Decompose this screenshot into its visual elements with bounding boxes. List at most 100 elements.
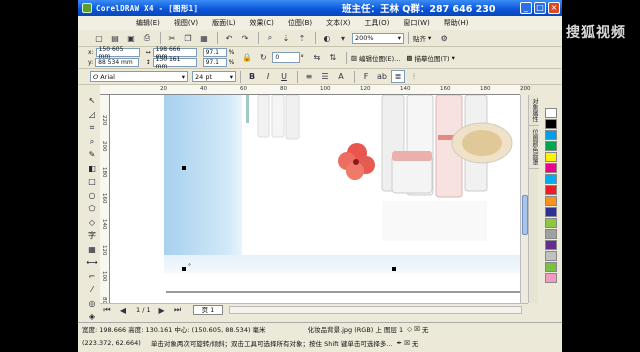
horizontal-text-icon[interactable]: ≣ bbox=[391, 70, 405, 83]
palette-swatch[interactable] bbox=[545, 218, 557, 228]
dropcap-icon[interactable]: A bbox=[334, 70, 348, 83]
rotation-field[interactable]: 0 bbox=[272, 52, 301, 63]
horizontal-scrollbar[interactable] bbox=[229, 306, 522, 314]
table-tool-icon[interactable]: ▦ bbox=[85, 244, 99, 256]
redo-icon[interactable]: ↷ bbox=[238, 32, 252, 45]
mirror-vertical-icon[interactable]: ⇅ bbox=[326, 51, 340, 64]
palette-swatch[interactable] bbox=[545, 152, 557, 162]
selection-handle[interactable] bbox=[392, 267, 396, 271]
basic-shapes-tool-icon[interactable]: ◇ bbox=[85, 217, 99, 229]
last-page-icon[interactable]: ⏭ bbox=[171, 304, 185, 317]
rectangle-tool-icon[interactable]: □ bbox=[85, 176, 99, 188]
bold-icon[interactable]: B bbox=[245, 70, 259, 83]
vertical-text-icon[interactable]: ⦙ bbox=[407, 70, 421, 83]
new-icon[interactable]: ▢ bbox=[92, 32, 106, 45]
docker-tab-properties[interactable]: 对象属性 bbox=[529, 95, 539, 126]
menu-bitmaps[interactable]: 位图(B) bbox=[281, 18, 319, 28]
application-launcher-icon[interactable]: ▾ bbox=[336, 32, 350, 45]
menu-effects[interactable]: 效果(C) bbox=[243, 18, 281, 28]
height-field[interactable]: 130 161 mm bbox=[152, 56, 197, 70]
y-position-field[interactable]: 88 534 mm bbox=[95, 58, 140, 67]
palette-swatch[interactable] bbox=[545, 141, 557, 151]
search-icon[interactable]: ⌕ bbox=[263, 32, 277, 45]
minimize-button[interactable]: _ bbox=[520, 2, 532, 14]
edit-bitmap-button[interactable]: ▨ 编辑位图(E)... bbox=[351, 53, 401, 63]
maximize-button[interactable]: □ bbox=[534, 2, 546, 14]
palette-swatch[interactable] bbox=[545, 262, 557, 272]
palette-swatch[interactable] bbox=[545, 273, 557, 283]
snap-to-button[interactable]: 贴齐 ▾ bbox=[413, 33, 431, 43]
trace-bitmap-button[interactable]: ▩ 描摹位图(T) ▾ bbox=[406, 53, 454, 63]
palette-swatch[interactable] bbox=[545, 185, 557, 195]
palette-swatch[interactable] bbox=[545, 119, 557, 129]
ellipse-tool-icon[interactable]: ○ bbox=[85, 190, 99, 202]
copy-icon[interactable]: ❐ bbox=[181, 32, 195, 45]
shape-tool-icon[interactable]: ◿ bbox=[85, 109, 99, 121]
underline-icon[interactable]: U bbox=[277, 70, 291, 83]
outline-tool-icon[interactable]: ◎ bbox=[85, 298, 99, 310]
menu-view[interactable]: 视图(V) bbox=[167, 18, 205, 28]
palette-swatch[interactable] bbox=[545, 174, 557, 184]
vertical-scrollbar[interactable] bbox=[520, 95, 528, 303]
paste-icon[interactable]: ▦ bbox=[197, 32, 211, 45]
crop-tool-icon[interactable]: ⌗ bbox=[85, 122, 99, 134]
italic-icon[interactable]: I bbox=[261, 70, 275, 83]
scale-x-field[interactable]: 97.1 bbox=[202, 48, 227, 57]
polygon-tool-icon[interactable]: ⬠ bbox=[85, 203, 99, 215]
mirror-horizontal-icon[interactable]: ⇆ bbox=[310, 51, 324, 64]
zoom-tool-icon[interactable]: ⌕ bbox=[85, 136, 99, 148]
smart-fill-tool-icon[interactable]: ◧ bbox=[85, 163, 99, 175]
palette-swatch[interactable] bbox=[545, 163, 557, 173]
x-position-field[interactable]: 150 605 mm bbox=[95, 46, 140, 60]
open-icon[interactable]: ▤ bbox=[108, 32, 122, 45]
save-icon[interactable]: ▣ bbox=[124, 32, 138, 45]
palette-swatch[interactable] bbox=[545, 207, 557, 217]
bullet-icon[interactable]: ☰ bbox=[318, 70, 332, 83]
cut-icon[interactable]: ✂ bbox=[165, 32, 179, 45]
connector-tool-icon[interactable]: ⌐ bbox=[85, 271, 99, 283]
palette-swatch[interactable] bbox=[545, 229, 557, 239]
palette-swatch[interactable] bbox=[545, 130, 557, 140]
edit-text-icon[interactable]: ab bbox=[375, 70, 389, 83]
font-size-select[interactable]: 24 pt ▾ bbox=[192, 71, 236, 82]
menu-window[interactable]: 窗口(W) bbox=[396, 18, 436, 28]
horizontal-ruler[interactable]: 20 40 60 80 100 120 140 160 180 200 bbox=[100, 85, 531, 95]
pick-tool-icon[interactable]: ↖ bbox=[85, 95, 99, 107]
palette-swatch[interactable] bbox=[545, 251, 557, 261]
rotate-icon[interactable]: ↻ bbox=[256, 51, 270, 64]
import-icon[interactable]: ⇣ bbox=[279, 32, 293, 45]
undo-icon[interactable]: ↶ bbox=[222, 32, 236, 45]
first-page-icon[interactable]: ⏮ bbox=[100, 304, 114, 317]
menu-layout[interactable]: 版面(L) bbox=[205, 18, 242, 28]
close-button[interactable]: × bbox=[548, 2, 560, 14]
scale-y-field[interactable]: 97.1 bbox=[202, 58, 227, 67]
prev-page-icon[interactable]: ◀ bbox=[116, 304, 130, 317]
font-select[interactable]: O Arial ▾ bbox=[90, 71, 188, 82]
menu-text[interactable]: 文本(X) bbox=[319, 18, 357, 28]
selection-handle[interactable] bbox=[182, 267, 186, 271]
page-tab[interactable]: 页 1 bbox=[192, 305, 224, 315]
zoom-select[interactable]: 200% ▾ bbox=[352, 32, 404, 44]
lock-ratio-icon[interactable]: 🔒 bbox=[240, 51, 254, 64]
palette-swatch[interactable] bbox=[545, 196, 557, 206]
docker-tab-bitmap-mask[interactable]: 位图颜色遮罩 bbox=[529, 126, 539, 169]
freehand-tool-icon[interactable]: ✎ bbox=[85, 149, 99, 161]
vertical-ruler[interactable]: 220 200 180 160 140 120 100 80 bbox=[100, 95, 110, 304]
eyedropper-tool-icon[interactable]: ⁄ bbox=[85, 284, 99, 296]
export-icon[interactable]: ⇡ bbox=[295, 32, 309, 45]
next-page-icon[interactable]: ▶ bbox=[155, 304, 169, 317]
menu-tools[interactable]: 工具(O) bbox=[357, 18, 396, 28]
drawing-canvas[interactable]: ° bbox=[110, 95, 520, 303]
menu-edit[interactable]: 编辑(E) bbox=[78, 18, 167, 28]
menu-help[interactable]: 帮助(H) bbox=[437, 18, 476, 28]
palette-swatch[interactable] bbox=[545, 240, 557, 250]
palette-swatch[interactable] bbox=[545, 108, 557, 118]
print-icon[interactable]: ⎙ bbox=[140, 32, 154, 45]
text-tool-icon[interactable]: 字 bbox=[85, 230, 99, 242]
dimension-tool-icon[interactable]: ⟷ bbox=[85, 257, 99, 269]
align-icon[interactable]: ≡ bbox=[302, 70, 316, 83]
corel-online-icon[interactable]: ◐ bbox=[320, 32, 334, 45]
options-icon[interactable]: ⚙ bbox=[437, 32, 451, 45]
character-format-icon[interactable]: F bbox=[359, 70, 373, 83]
selection-handle[interactable] bbox=[182, 166, 186, 170]
